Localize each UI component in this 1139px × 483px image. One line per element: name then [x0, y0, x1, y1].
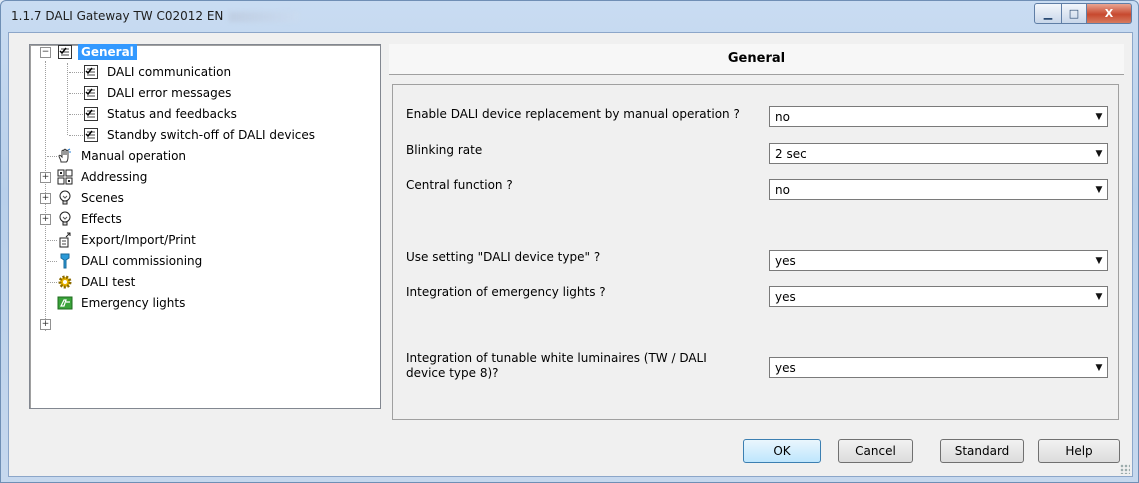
resize-grip[interactable]	[1120, 464, 1130, 474]
tree-line	[69, 114, 83, 115]
param-label: Enable DALI device replacement by manual…	[406, 107, 740, 121]
hand-icon	[57, 148, 73, 164]
dropdown-arrow-icon: ▼	[1095, 184, 1103, 195]
tree-label: DALI test	[81, 275, 136, 289]
tree-line	[69, 72, 83, 73]
tree-label: Export/Import/Print	[81, 233, 196, 247]
tree-line	[47, 282, 57, 283]
cancel-button[interactable]: Cancel	[838, 439, 913, 463]
parameter-panel: General Enable DALI device replacement b…	[389, 44, 1124, 423]
standard-button[interactable]: Standard	[940, 439, 1024, 463]
tree-label: Effects	[81, 212, 122, 226]
tree-item-manual-operation[interactable]: Manual operation	[57, 147, 189, 165]
close-icon: X	[1104, 7, 1114, 20]
param-select-dali-device-type[interactable]: yes ▼	[769, 250, 1108, 271]
blurred-title-suffix	[229, 11, 300, 22]
tree-item-addressing[interactable]: Addressing	[57, 168, 150, 186]
tree-item-status-feedbacks[interactable]: Status and feedbacks	[83, 105, 240, 123]
expand-toggle[interactable]: +	[40, 214, 51, 225]
tree-line	[67, 63, 68, 135]
tree-label: DALI commissioning	[81, 254, 203, 268]
tree-item-scenes[interactable]: Scenes	[57, 189, 127, 207]
tree-label: Status and feedbacks	[107, 107, 237, 121]
checklist-icon	[83, 106, 99, 122]
tree-item-export-import-print[interactable]: Export/Import/Print	[57, 231, 199, 249]
param-select-blinking-rate[interactable]: 2 sec ▼	[769, 143, 1108, 164]
select-value: yes	[775, 289, 796, 304]
emergency-icon	[57, 295, 73, 311]
tree-item-dali-test[interactable]: DALI test	[57, 273, 138, 291]
tree-line	[47, 261, 57, 262]
close-button[interactable]: X	[1087, 3, 1132, 24]
window-controls: ▁ □ X	[1034, 3, 1132, 24]
tree-label: DALI error messages	[107, 86, 232, 100]
dropdown-arrow-icon: ▼	[1095, 291, 1103, 302]
bulb-icon	[57, 211, 73, 227]
select-value: no	[775, 109, 790, 124]
window-title: 1.1.7 DALI Gateway TW C02012 EN	[11, 9, 300, 23]
tree-label: Standby switch-off of DALI devices	[107, 128, 316, 142]
param-label: Central function ?	[406, 178, 513, 192]
select-value: 2 sec	[775, 146, 807, 161]
tree-label: Addressing	[81, 170, 148, 184]
title-bar[interactable]: 1.1.7 DALI Gateway TW C02012 EN ▁ □ X	[1, 1, 1138, 31]
bulb-icon	[57, 190, 73, 206]
param-label: Use setting "DALI device type" ?	[406, 250, 601, 264]
panel-body: Enable DALI device replacement by manual…	[392, 84, 1119, 420]
param-label: Integration of tunable white luminaires …	[406, 351, 707, 380]
checklist-icon	[57, 44, 73, 60]
minimize-button[interactable]: ▁	[1034, 3, 1062, 24]
param-select-central-function[interactable]: no ▼	[769, 179, 1108, 200]
expand-toggle[interactable]: +	[40, 319, 51, 330]
dropdown-arrow-icon: ▼	[1095, 111, 1103, 122]
tree-label: Manual operation	[81, 149, 187, 163]
checklist-icon	[83, 64, 99, 80]
param-select-emergency-lights[interactable]: yes ▼	[769, 286, 1108, 307]
tree-label: Scenes	[81, 191, 124, 205]
dialog-client: − General DALI communication DALI error …	[8, 32, 1133, 477]
tree-line	[47, 156, 57, 157]
param-label: Integration of emergency lights ?	[406, 285, 606, 299]
export-icon	[57, 232, 73, 248]
checklist-icon	[83, 127, 99, 143]
expand-toggle[interactable]: +	[40, 193, 51, 204]
tree-item-dali-error-messages[interactable]: DALI error messages	[83, 84, 234, 102]
dialog-window: 1.1.7 DALI Gateway TW C02012 EN ▁ □ X − …	[0, 0, 1139, 483]
panel-title: General	[389, 44, 1124, 75]
window-title-text: 1.1.7 DALI Gateway TW C02012 EN	[11, 9, 224, 23]
tree-line	[69, 93, 83, 94]
tree-item-dali-commissioning[interactable]: DALI commissioning	[57, 252, 205, 270]
wrench-icon	[57, 253, 73, 269]
param-select-device-replacement[interactable]: no ▼	[769, 106, 1108, 127]
tree-item-effects[interactable]: Effects	[57, 210, 125, 228]
tree-label: Emergency lights	[81, 296, 186, 310]
dropdown-arrow-icon: ▼	[1095, 148, 1103, 159]
tree-item-dali-communication[interactable]: DALI communication	[83, 63, 234, 81]
parameter-tree[interactable]: − General DALI communication DALI error …	[29, 44, 381, 409]
maximize-icon: □	[1068, 7, 1080, 20]
ok-button[interactable]: OK	[743, 439, 821, 463]
tree-label: DALI communication	[107, 65, 232, 79]
tree-item-standby-switch-off[interactable]: Standby switch-off of DALI devices	[83, 126, 318, 144]
tree-line	[69, 135, 83, 136]
collapse-toggle[interactable]: −	[40, 47, 51, 58]
expand-toggle[interactable]: +	[40, 172, 51, 183]
tree-item-emergency-lights[interactable]: Emergency lights	[57, 294, 188, 312]
select-value: yes	[775, 253, 796, 268]
minimize-icon: ▁	[1043, 7, 1053, 20]
checklist-icon	[83, 85, 99, 101]
tree-line	[47, 240, 57, 241]
dropdown-arrow-icon: ▼	[1095, 362, 1103, 373]
select-value: no	[775, 182, 790, 197]
tree-label: General	[78, 44, 137, 60]
param-label: Blinking rate	[406, 143, 483, 157]
param-select-tunable-white[interactable]: yes ▼	[769, 357, 1108, 378]
grid-icon	[57, 169, 73, 185]
gear-icon	[57, 274, 73, 290]
tree-item-general[interactable]: General	[57, 43, 137, 61]
dropdown-arrow-icon: ▼	[1095, 255, 1103, 266]
maximize-button[interactable]: □	[1062, 3, 1087, 24]
help-button[interactable]: Help	[1038, 439, 1120, 463]
select-value: yes	[775, 360, 796, 375]
